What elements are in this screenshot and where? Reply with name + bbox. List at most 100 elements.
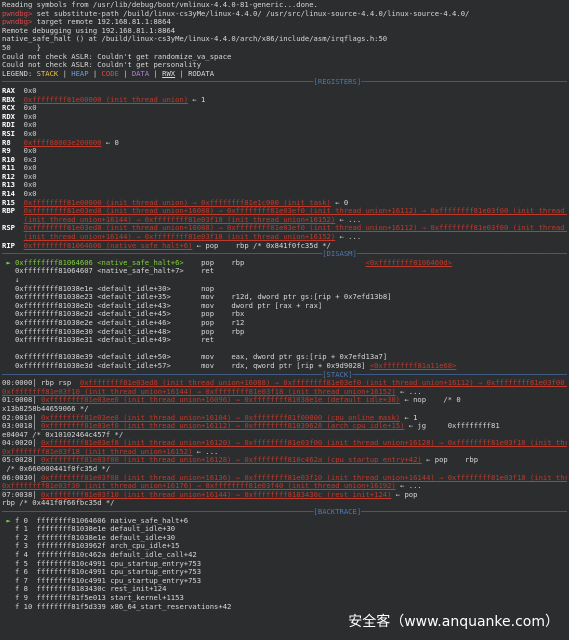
instruction-op: nop: [201, 284, 232, 293]
register-value: 0xffffffff81e00000 (init_thread_union) →…: [23, 198, 331, 207]
instruction-args: r12: [231, 318, 245, 327]
register-name: R14: [2, 190, 20, 199]
register-name: RIP: [2, 241, 20, 250]
frame-address: ffffffff81f5d339: [36, 602, 106, 611]
register-value: 0x0: [23, 172, 37, 181]
watermark: 安全客（www.anquanke.com）: [348, 614, 559, 630]
terminal[interactable]: Reading symbols from /usr/lib/debug/boot…: [2, 1, 567, 611]
frame-marker: [2, 534, 15, 542]
instruction-args: dword ptr [rax + rax]: [231, 301, 323, 310]
register-name: R15: [2, 198, 20, 207]
stack-offset: 07:0038│: [2, 490, 41, 499]
register-name: RCX: [2, 104, 20, 113]
stack-offset: x13b8258b44659066 */: [2, 404, 89, 413]
command-text: set substitute-path /build/linux-cs3yMe/…: [36, 9, 470, 18]
instruction-symbol: <default_idle+43>: [97, 301, 202, 310]
register-value: (init_thread_union+16144) → 0xffffffff81…: [23, 233, 336, 242]
register-name: RBP: [2, 207, 20, 216]
stack-row: 06:0030│ 0xffffffff81e03f08 (init_thread…: [2, 474, 567, 483]
register-value: 0x0: [23, 129, 37, 138]
instruction-row: ↓: [2, 276, 567, 285]
instruction-row: 0xffffffff81038e23 <default_idle+35> mov…: [2, 293, 567, 302]
frame-marker: [2, 594, 15, 602]
instruction-row: 0xffffffff81038e1e <default_idle+30> nop: [2, 285, 567, 294]
stack-chain: 0xffffffff81e03ed8 (init_thread_union+16…: [79, 379, 565, 388]
instruction-address: 0xffffffff81038e39: [14, 353, 93, 362]
stack-row: 01:0008│ 0xffffffff81e03ee0 (init_thread…: [2, 396, 567, 405]
register-suffix: ← pop rbp /* 0x841f0fc35d */: [192, 241, 331, 250]
instruction-row: 0xffffffff81038e39 <default_idle+50> mov…: [2, 353, 567, 362]
register-value: (init_thread_union+16144) → 0xffffffff81…: [23, 215, 336, 224]
section-title: DISASM: [326, 250, 353, 259]
frame-symbol: default_idle_call+42: [110, 551, 197, 559]
instruction-op: pop: [201, 258, 232, 267]
frame-number: f 0: [14, 516, 33, 525]
stack-row: 07:0038│ 0xffffffff81e03f10 (init_thread…: [2, 491, 567, 500]
register-row: RSI 0x0: [2, 130, 567, 139]
instruction-address: 0xffffffff81064607: [14, 267, 93, 276]
instruction-row: 0xffffffff81064607 <native_safe_halt+7> …: [2, 267, 567, 276]
instruction-target: <0xffffffff8106460d>: [365, 258, 453, 267]
registers-panel: RAX 0x0 RBX 0xffffffff81e00000 (init_thre…: [2, 87, 567, 250]
stack-chain: 0xffffffff81e03ee0 (init_thread_union+16…: [40, 396, 401, 405]
backtrace-frame: f 9 ffffffff81f5e013 start_kernel+1153: [2, 594, 567, 603]
frame-address: ffffffff81064606: [36, 516, 106, 525]
register-suffix: ← 0: [330, 198, 349, 207]
frame-address: ffffffff810c4991: [36, 559, 106, 568]
preamble-line: Remote debugging using 192.168.81.1:8864: [2, 26, 176, 35]
register-value: 0xffffffff81e00000 (init_thread_union): [23, 95, 189, 104]
instruction-address: 0xffffffff81038e1e: [14, 284, 93, 293]
backtrace-frame: f 2 ffffffff81038e1e default_idle+30: [2, 534, 567, 543]
instruction-op: ret: [201, 336, 232, 345]
frame-address: ffffffff81038e1e: [36, 525, 106, 534]
frame-address: ffffffff81f5e013: [36, 593, 106, 602]
instruction-args: rbx: [231, 310, 245, 319]
instruction-symbol: <default_idle+50>: [97, 353, 202, 362]
stack-chain: 0xffffffff81e03ef0 (init_thread_union+16…: [40, 422, 405, 431]
frame-address: ffffffff810c4991: [36, 568, 106, 577]
register-value: 0x0: [23, 121, 37, 130]
stack-row: e04047 /* 0x10102464c457f */: [2, 431, 567, 440]
stack-row: 00:0000│ rbp rsp 0xffffffff81e03ed8 (ini…: [2, 379, 567, 388]
instruction-op: mov: [201, 353, 232, 362]
instruction-op: mov: [201, 301, 232, 310]
stack-header: ────────────────────────────────────────…: [2, 370, 567, 379]
frame-marker: [2, 560, 15, 568]
register-row: (init_thread_union+16144) → 0xffffffff81…: [2, 216, 567, 225]
command-text: target remote 192.168.81.1:8864: [36, 18, 171, 27]
register-value: 0x0: [23, 147, 37, 156]
instruction-target: <0xffffffff81a11e68>: [369, 361, 457, 370]
register-row: R14 0x0: [2, 190, 567, 199]
backtrace-frame: f 6 ffffffff810c4991 cpu_startup_entry+7…: [2, 568, 567, 577]
instruction-symbol: <default_idle+45>: [97, 310, 202, 319]
stack-row: 0xffffffff81e03f18 (init_thread_union+16…: [2, 448, 567, 457]
register-name: [2, 216, 19, 224]
register-name: R10: [2, 155, 20, 164]
register-name: R9: [2, 147, 20, 156]
frame-number: f 8: [14, 585, 33, 594]
prompt: pwndbg>: [2, 9, 33, 18]
stack-value: ← pop rbp: [421, 456, 479, 465]
stack-row: x13b8258b44659066 */: [2, 405, 567, 414]
register-row: R15 0xffffffff81e00000 (init_thread_unio…: [2, 199, 567, 208]
instruction-op: pop: [201, 310, 232, 319]
instruction-symbol: <native_safe_halt+6>: [97, 258, 202, 267]
frame-address: ffffffff810c4991: [36, 576, 106, 585]
register-name: RSP: [2, 224, 20, 233]
register-name: R13: [2, 181, 20, 190]
register-value: 0xffffffff81064606 (native_safe_halt+6): [23, 241, 193, 250]
stack-value: ← ...: [192, 447, 219, 456]
register-value: 0x0: [23, 104, 37, 113]
stack-chain: 0xffffffff81e03f10 (init_thread_union+16…: [2, 387, 396, 396]
instruction-symbol: <default_idle+35>: [97, 293, 202, 302]
register-row: (init_thread_union+16144) → 0xffffffff81…: [2, 233, 567, 242]
instruction-marker: [2, 353, 15, 361]
stack-value: ← ...: [395, 387, 422, 396]
frame-address: ffffffff810c462a: [36, 551, 106, 559]
instruction-symbol: <default_idle+48>: [97, 327, 202, 336]
register-row: R8 0xffff88003e200000 ← 0: [2, 139, 567, 148]
register-row: R12 0x0: [2, 173, 567, 182]
stack-offset: 03:0018│: [2, 422, 41, 431]
backtrace-header: ────────────────────────────────────────…: [2, 508, 567, 517]
section-title: BACKTRACE: [317, 508, 357, 517]
